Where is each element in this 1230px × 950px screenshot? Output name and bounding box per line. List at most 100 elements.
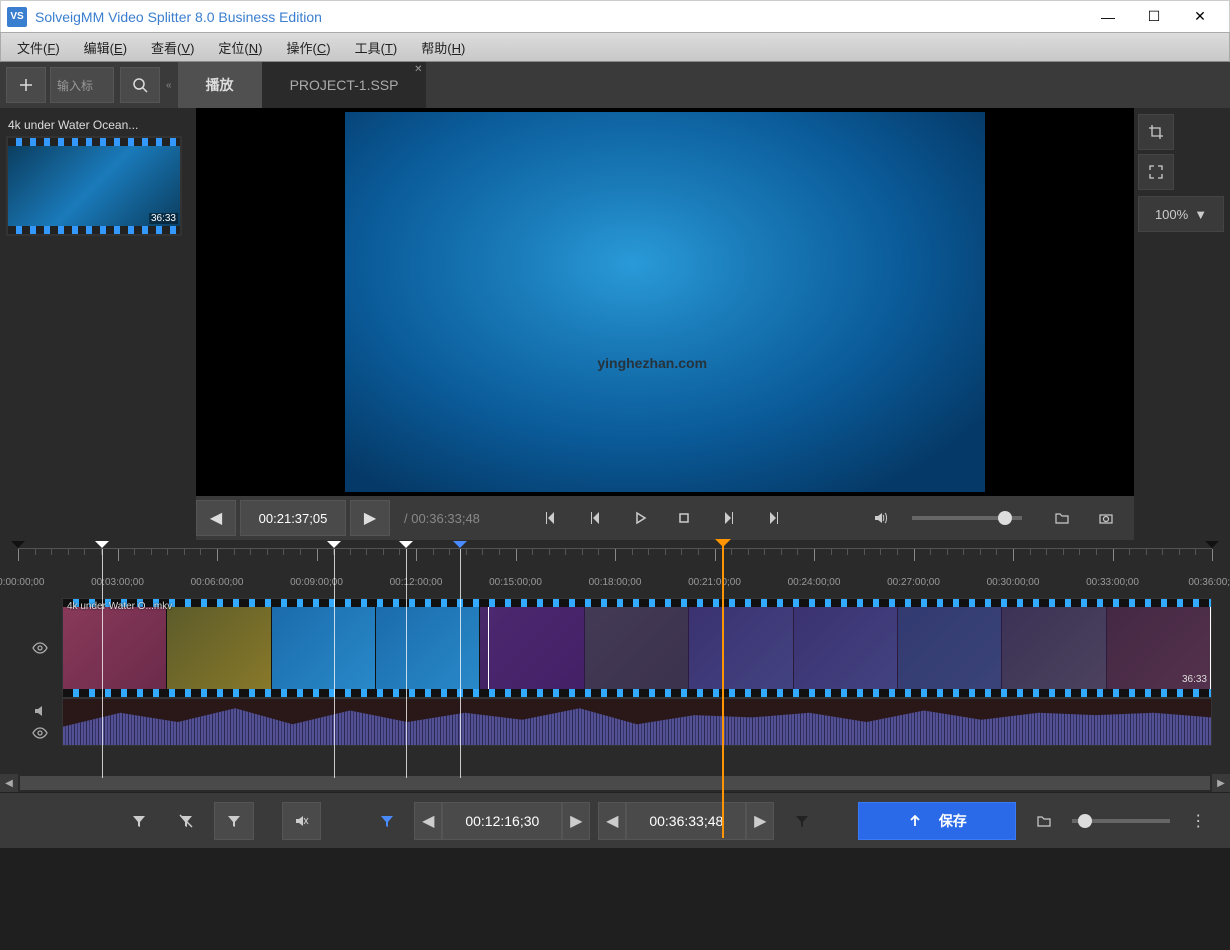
track-label: 4k under Water O...mkv	[67, 601, 172, 612]
folder-icon	[1054, 510, 1070, 526]
timeline-marker[interactable]	[11, 541, 25, 555]
tab-project[interactable]: PROJECT-1.SSP✕	[262, 62, 427, 108]
volume-slider[interactable]	[912, 516, 1022, 520]
funnel-icon	[379, 813, 395, 829]
plus-icon	[18, 77, 34, 93]
search-button[interactable]	[120, 67, 160, 103]
crop-icon	[1148, 124, 1164, 140]
menu-navigate[interactable]: 定位(N)	[206, 34, 274, 61]
clip-thumbnail[interactable]: 36:33	[6, 136, 182, 236]
time2-value[interactable]: 00:36:33;48	[626, 802, 746, 840]
ruler-tick-label: 00:27:00;00	[887, 577, 940, 588]
timeline-marker[interactable]	[327, 541, 341, 555]
speaker-icon[interactable]	[32, 703, 48, 719]
time-field-2: ◀ 00:36:33;48 ▶	[598, 802, 774, 840]
menu-edit[interactable]: 编辑(E)	[72, 34, 139, 61]
folder-icon	[1036, 813, 1052, 829]
timeline-ruler[interactable]: 00:00:00;0000:03:00;0000:06:00;0000:09:0…	[18, 548, 1212, 598]
prev-frame-icon	[588, 510, 604, 526]
video-track[interactable]: 4k under Water O...mkv 36:33	[62, 598, 1212, 698]
zoom-slider[interactable]	[1072, 819, 1171, 823]
waveform	[63, 699, 1211, 745]
current-time[interactable]: 00:21:37;05	[240, 500, 346, 536]
timeline-marker[interactable]	[1205, 541, 1219, 555]
close-button[interactable]: ✕	[1177, 2, 1223, 32]
track-duration: 36:33	[1182, 674, 1207, 685]
time2-next-button[interactable]: ▶	[746, 802, 774, 840]
close-tab-icon[interactable]: ✕	[414, 64, 422, 75]
play-button[interactable]	[620, 500, 660, 536]
save-button[interactable]: 保存	[858, 802, 1016, 840]
timeline-tracks: 4k under Water O...mkv 36:33	[18, 598, 1212, 746]
crop-button[interactable]	[1138, 114, 1174, 150]
volume-thumb[interactable]	[998, 511, 1012, 525]
playhead[interactable]	[722, 541, 724, 838]
zoom-thumb[interactable]	[1078, 814, 1092, 828]
minimize-button[interactable]: —	[1085, 2, 1131, 32]
step-back-button[interactable]: ◀	[196, 500, 236, 536]
ruler-tick-label: 00:15:00;00	[489, 577, 542, 588]
time1-value[interactable]: 00:12:16;30	[442, 802, 562, 840]
audio-track[interactable]	[62, 698, 1212, 746]
time1-next-button[interactable]: ▶	[562, 802, 590, 840]
audio-track-icons	[18, 703, 62, 741]
timeline-marker[interactable]	[453, 541, 467, 555]
menu-file[interactable]: 文件(F)	[5, 34, 72, 61]
next-frame-button[interactable]	[708, 500, 748, 536]
skip-fwd-icon	[764, 510, 780, 526]
fullscreen-button[interactable]	[1138, 154, 1174, 190]
timeline-marker[interactable]	[399, 541, 413, 555]
main-area: 4k under Water Ocean... 36:33 yinghezhan…	[0, 108, 1230, 540]
track-icons	[18, 640, 62, 656]
clip-name: 4k under Water Ocean...	[6, 114, 190, 136]
fullscreen-icon	[1148, 164, 1164, 180]
maximize-button[interactable]: ☐	[1131, 2, 1177, 32]
filter1-button[interactable]	[119, 802, 159, 840]
menu-help[interactable]: 帮助(H)	[409, 34, 477, 61]
timeline-marker[interactable]	[95, 541, 109, 555]
menu-action[interactable]: 操作(C)	[275, 34, 343, 61]
video-track-row: 4k under Water O...mkv 36:33	[18, 598, 1212, 698]
skip-end-button[interactable]	[752, 500, 792, 536]
total-time: / 00:36:33;48	[394, 511, 490, 526]
time-field-1: ◀ 00:12:16;30 ▶	[414, 802, 590, 840]
more-button[interactable]: ⋮	[1178, 802, 1218, 840]
selection-overlay[interactable]	[488, 599, 1211, 697]
menu-tools[interactable]: 工具(T)	[343, 34, 410, 61]
eye-icon[interactable]	[32, 725, 48, 741]
collapse-icon[interactable]: «	[166, 80, 172, 91]
eye-icon[interactable]	[32, 640, 48, 656]
snapshot-button[interactable]	[1086, 500, 1126, 536]
timeline-scrollbar[interactable]: ◀ ▶	[0, 774, 1230, 792]
chevron-down-icon: ▼	[1194, 207, 1207, 222]
step-fwd-button[interactable]: ▶	[350, 500, 390, 536]
tab-play[interactable]: 播放	[178, 62, 262, 108]
time2-prev-button[interactable]: ◀	[598, 802, 626, 840]
mute-button[interactable]	[282, 802, 322, 840]
time1-prev-button[interactable]: ◀	[414, 802, 442, 840]
ruler-tick-label: 00:36:00;0	[1188, 577, 1230, 588]
video-frame[interactable]: yinghezhan.com	[345, 112, 985, 492]
scroll-left-button[interactable]: ◀	[0, 774, 18, 792]
scroll-thumb[interactable]	[20, 776, 1210, 790]
open-folder-button[interactable]	[1042, 500, 1082, 536]
menu-view[interactable]: 查看(V)	[139, 34, 206, 61]
volume-button[interactable]	[860, 500, 900, 536]
mute-icon	[293, 813, 309, 829]
prev-frame-button[interactable]	[576, 500, 616, 536]
label-input[interactable]: 输入标	[50, 67, 114, 103]
stop-button[interactable]	[664, 500, 704, 536]
skip-start-button[interactable]	[532, 500, 572, 536]
scroll-track[interactable]	[20, 776, 1210, 790]
add-button[interactable]	[6, 67, 46, 103]
filter2-button[interactable]	[166, 802, 206, 840]
marker-blue-button[interactable]	[367, 802, 407, 840]
zoom-select[interactable]: 100%▼	[1138, 196, 1224, 232]
ruler-tick-label: 00:18:00;00	[589, 577, 642, 588]
scroll-right-button[interactable]: ▶	[1212, 774, 1230, 792]
filter3-button[interactable]	[214, 802, 254, 840]
bottom-folder-button[interactable]	[1024, 802, 1064, 840]
titlebar: VS SolveigMM Video Splitter 8.0 Business…	[0, 0, 1230, 32]
marker-dark-button[interactable]	[782, 802, 822, 840]
preview-column: yinghezhan.com ◀ 00:21:37;05 ▶ / 00:36:3…	[196, 108, 1134, 540]
